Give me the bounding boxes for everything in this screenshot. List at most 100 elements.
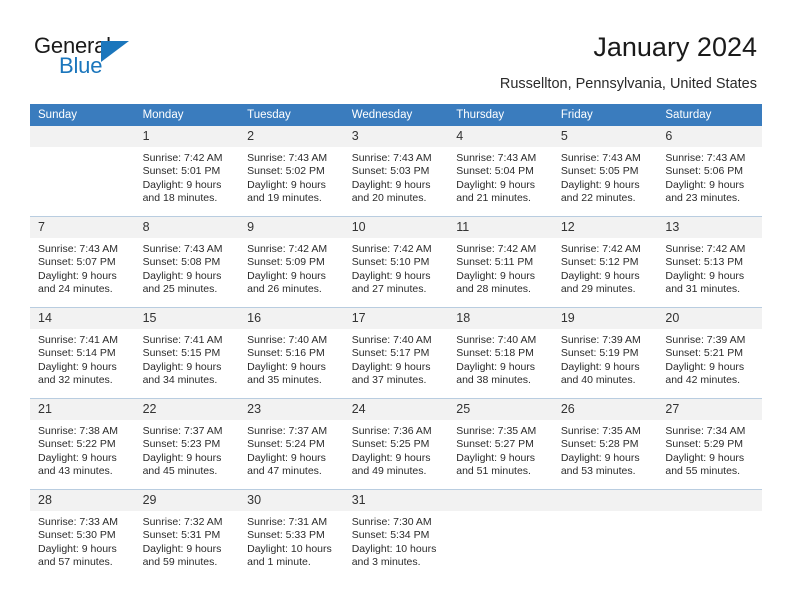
- daylight-text-line2: and 40 minutes.: [560, 374, 636, 387]
- sunset-text: Sunset: 5:19 PM: [560, 347, 639, 360]
- day-number: 29: [134, 490, 240, 511]
- day-cell[interactable]: 21 Sunrise: 7:38 AM Sunset: 5:22 PM Dayl…: [30, 398, 135, 490]
- daylight-text-line1: Daylight: 9 hours: [38, 269, 117, 282]
- daylight-text-line2: and 3 minutes.: [351, 556, 421, 569]
- daylight-text-line2: and 51 minutes.: [456, 465, 531, 478]
- day-cell[interactable]: 16 Sunrise: 7:40 AM Sunset: 5:16 PM Dayl…: [239, 307, 344, 399]
- day-cell[interactable]: [657, 489, 762, 580]
- page-title: January 2024: [593, 32, 757, 62]
- day-cell[interactable]: 2 Sunrise: 7:43 AM Sunset: 5:02 PM Dayli…: [239, 126, 344, 217]
- day-cell[interactable]: 7 Sunrise: 7:43 AM Sunset: 5:07 PM Dayli…: [30, 216, 135, 308]
- day-cell[interactable]: 12 Sunrise: 7:42 AM Sunset: 5:12 PM Dayl…: [552, 216, 658, 308]
- day-cell[interactable]: [448, 489, 553, 580]
- daylight-text-line1: Daylight: 9 hours: [560, 269, 640, 282]
- day-cell[interactable]: 18 Sunrise: 7:40 AM Sunset: 5:18 PM Dayl…: [448, 307, 553, 399]
- sunset-text: Sunset: 5:18 PM: [456, 347, 534, 360]
- day-cell[interactable]: 3 Sunrise: 7:43 AM Sunset: 5:03 PM Dayli…: [343, 126, 449, 217]
- day-number: 13: [657, 217, 762, 238]
- day-details: Sunrise: 7:42 AM Sunset: 5:12 PM Dayligh…: [553, 238, 658, 297]
- sunrise-text: Sunrise: 7:33 AM: [38, 516, 118, 528]
- weekday-header-saturday: Saturday: [657, 104, 762, 126]
- brand-logo[interactable]: General Blue: [34, 33, 214, 83]
- day-cell[interactable]: 24 Sunrise: 7:36 AM Sunset: 5:25 PM Dayl…: [343, 398, 449, 490]
- day-cell[interactable]: 6 Sunrise: 7:43 AM Sunset: 5:06 PM Dayli…: [657, 126, 762, 217]
- daylight-text-line1: Daylight: 9 hours: [247, 360, 326, 373]
- day-details: Sunrise: 7:37 AM Sunset: 5:24 PM Dayligh…: [239, 420, 344, 479]
- sunrise-text: Sunrise: 7:35 AM: [456, 425, 537, 437]
- day-details: Sunrise: 7:36 AM Sunset: 5:25 PM Dayligh…: [344, 420, 449, 479]
- calendar-page: General Blue January 2024 Russellton, Pe…: [0, 0, 792, 612]
- day-cell[interactable]: 5 Sunrise: 7:43 AM Sunset: 5:05 PM Dayli…: [552, 126, 658, 217]
- daylight-text-line2: and 45 minutes.: [142, 465, 218, 478]
- day-cell[interactable]: 20 Sunrise: 7:39 AM Sunset: 5:21 PM Dayl…: [657, 307, 762, 399]
- calendar-week-row: 7 Sunrise: 7:43 AM Sunset: 5:07 PM Dayli…: [30, 216, 762, 308]
- day-number: 2: [239, 126, 344, 147]
- day-number: 17: [343, 308, 449, 329]
- sunset-text: Sunset: 5:05 PM: [560, 165, 639, 178]
- day-number: 28: [30, 490, 135, 511]
- day-cell[interactable]: 10 Sunrise: 7:42 AM Sunset: 5:10 PM Dayl…: [343, 216, 449, 308]
- day-cell[interactable]: 13 Sunrise: 7:42 AM Sunset: 5:13 PM Dayl…: [657, 216, 762, 308]
- day-cell[interactable]: 9 Sunrise: 7:42 AM Sunset: 5:09 PM Dayli…: [239, 216, 344, 308]
- day-number: 23: [239, 399, 344, 420]
- sunrise-text: Sunrise: 7:41 AM: [38, 334, 118, 346]
- day-cell[interactable]: 28 Sunrise: 7:33 AM Sunset: 5:30 PM Dayl…: [30, 489, 135, 580]
- sunset-text: Sunset: 5:06 PM: [665, 165, 744, 178]
- day-cell[interactable]: 15 Sunrise: 7:41 AM Sunset: 5:15 PM Dayl…: [134, 307, 240, 399]
- day-number: 22: [134, 399, 240, 420]
- sunset-text: Sunset: 5:09 PM: [247, 256, 325, 269]
- day-cell[interactable]: 1 Sunrise: 7:42 AM Sunset: 5:01 PM Dayli…: [134, 126, 240, 217]
- day-cell[interactable]: 11 Sunrise: 7:42 AM Sunset: 5:11 PM Dayl…: [448, 216, 553, 308]
- day-number: [657, 490, 762, 511]
- day-cell[interactable]: 31 Sunrise: 7:30 AM Sunset: 5:34 PM Dayl…: [343, 489, 449, 580]
- day-details: Sunrise: 7:35 AM Sunset: 5:27 PM Dayligh…: [448, 420, 553, 479]
- sunrise-text: Sunrise: 7:30 AM: [351, 516, 432, 528]
- daylight-text-line2: and 49 minutes.: [351, 465, 427, 478]
- sunrise-text: Sunrise: 7:40 AM: [351, 334, 432, 346]
- daylight-text-line1: Daylight: 9 hours: [38, 542, 117, 555]
- day-number: 27: [657, 399, 762, 420]
- day-cell[interactable]: 27 Sunrise: 7:34 AM Sunset: 5:29 PM Dayl…: [657, 398, 762, 490]
- daylight-text-line2: and 35 minutes.: [247, 374, 322, 387]
- day-number: 26: [552, 399, 658, 420]
- day-cell[interactable]: [552, 489, 658, 580]
- day-cell[interactable]: 23 Sunrise: 7:37 AM Sunset: 5:24 PM Dayl…: [239, 398, 344, 490]
- daylight-text-line2: and 20 minutes.: [351, 192, 427, 205]
- sunrise-text: Sunrise: 7:42 AM: [351, 243, 432, 255]
- daylight-text-line2: and 28 minutes.: [456, 283, 531, 296]
- daylight-text-line1: Daylight: 9 hours: [456, 451, 536, 464]
- sunrise-text: Sunrise: 7:31 AM: [247, 516, 328, 528]
- sunrise-text: Sunrise: 7:43 AM: [665, 152, 746, 164]
- day-cell[interactable]: 30 Sunrise: 7:31 AM Sunset: 5:33 PM Dayl…: [239, 489, 344, 580]
- sunrise-text: Sunrise: 7:39 AM: [665, 334, 746, 346]
- daylight-text-line2: and 22 minutes.: [560, 192, 636, 205]
- daylight-text-line1: Daylight: 9 hours: [351, 451, 431, 464]
- day-cell[interactable]: 22 Sunrise: 7:37 AM Sunset: 5:23 PM Dayl…: [134, 398, 240, 490]
- sunset-text: Sunset: 5:33 PM: [247, 529, 325, 542]
- sunrise-text: Sunrise: 7:42 AM: [247, 243, 328, 255]
- sunrise-text: Sunrise: 7:40 AM: [247, 334, 328, 346]
- daylight-text-line2: and 31 minutes.: [665, 283, 741, 296]
- day-cell[interactable]: 4 Sunrise: 7:43 AM Sunset: 5:04 PM Dayli…: [448, 126, 553, 217]
- daylight-text-line1: Daylight: 9 hours: [142, 269, 222, 282]
- day-cell[interactable]: [30, 126, 135, 217]
- day-number: [552, 490, 658, 511]
- daylight-text-line2: and 43 minutes.: [38, 465, 113, 478]
- day-cell[interactable]: 26 Sunrise: 7:35 AM Sunset: 5:28 PM Dayl…: [552, 398, 658, 490]
- sunrise-text: Sunrise: 7:43 AM: [247, 152, 328, 164]
- day-details: Sunrise: 7:32 AM Sunset: 5:31 PM Dayligh…: [135, 511, 240, 570]
- day-cell[interactable]: 8 Sunrise: 7:43 AM Sunset: 5:08 PM Dayli…: [134, 216, 240, 308]
- calendar-week-row: 1 Sunrise: 7:42 AM Sunset: 5:01 PM Dayli…: [30, 126, 762, 217]
- daylight-text-line1: Daylight: 10 hours: [247, 542, 332, 555]
- day-cell[interactable]: 17 Sunrise: 7:40 AM Sunset: 5:17 PM Dayl…: [343, 307, 449, 399]
- location-subtitle: Russellton, Pennsylvania, United States: [499, 76, 757, 92]
- day-cell[interactable]: 29 Sunrise: 7:32 AM Sunset: 5:31 PM Dayl…: [134, 489, 240, 580]
- day-cell[interactable]: 25 Sunrise: 7:35 AM Sunset: 5:27 PM Dayl…: [448, 398, 553, 490]
- sunrise-text: Sunrise: 7:41 AM: [142, 334, 223, 346]
- day-cell[interactable]: 19 Sunrise: 7:39 AM Sunset: 5:19 PM Dayl…: [552, 307, 658, 399]
- day-number: 15: [134, 308, 240, 329]
- daylight-text-line2: and 32 minutes.: [38, 374, 113, 387]
- sunrise-text: Sunrise: 7:40 AM: [456, 334, 537, 346]
- sunset-text: Sunset: 5:02 PM: [247, 165, 325, 178]
- day-cell[interactable]: 14 Sunrise: 7:41 AM Sunset: 5:14 PM Dayl…: [30, 307, 135, 399]
